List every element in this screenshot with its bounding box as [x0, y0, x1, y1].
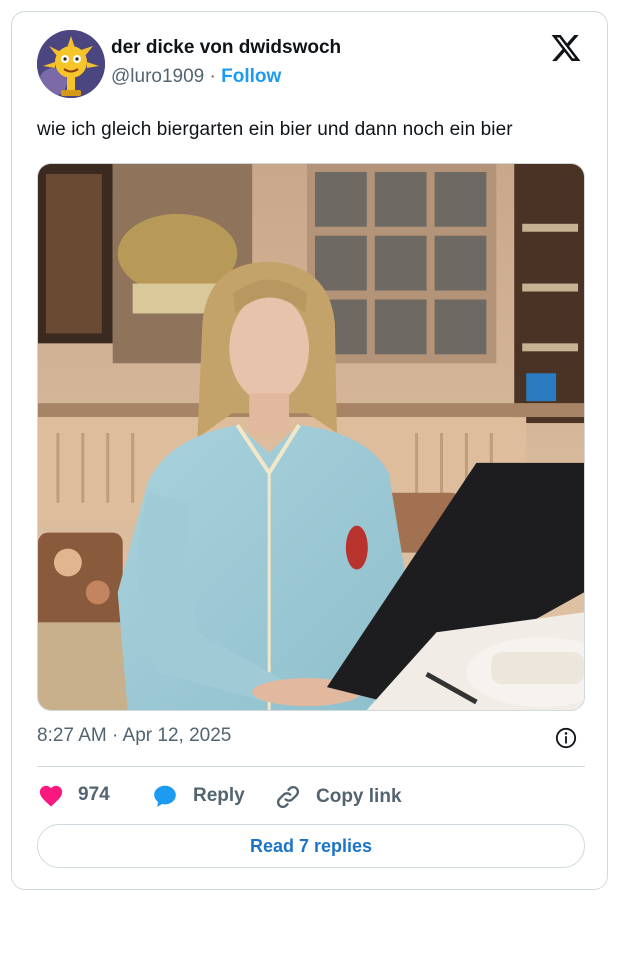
actions-divider — [37, 766, 585, 767]
reply-button[interactable]: Reply — [151, 783, 245, 809]
reply-bubble-icon — [154, 785, 176, 807]
tweet-timestamp[interactable]: 8:27 AM · Apr 12, 2025 — [37, 725, 231, 747]
cartoon-sun-avatar-icon — [37, 30, 105, 98]
like-button[interactable]: 974 — [38, 783, 110, 807]
info-icon[interactable] — [555, 727, 577, 749]
author-display-name[interactable]: der dicke von dwidswoch — [111, 37, 341, 59]
read-replies-button[interactable]: Read 7 replies — [37, 824, 585, 868]
likes-count: 974 — [78, 784, 110, 805]
link-icon — [276, 785, 300, 809]
copy-link-button[interactable]: Copy link — [274, 783, 402, 811]
heart-icon — [39, 785, 63, 807]
tweet-card: der dicke von dwidswoch @luro1909 · Foll… — [11, 11, 608, 890]
reply-label: Reply — [193, 785, 245, 806]
tweet-text: wie ich gleich biergarten ein bier und d… — [37, 119, 513, 140]
x-logo-icon[interactable] — [550, 32, 582, 64]
author-handle[interactable]: @luro1909 — [111, 66, 204, 87]
author-avatar[interactable] — [37, 30, 105, 98]
restaurant-photo — [38, 164, 584, 710]
tweet-photo[interactable] — [37, 163, 585, 711]
author-handle-row: @luro1909 · Follow — [111, 66, 281, 88]
follow-button[interactable]: Follow — [221, 66, 281, 87]
copy-link-label: Copy link — [316, 786, 402, 807]
handle-separator: · — [204, 66, 222, 87]
